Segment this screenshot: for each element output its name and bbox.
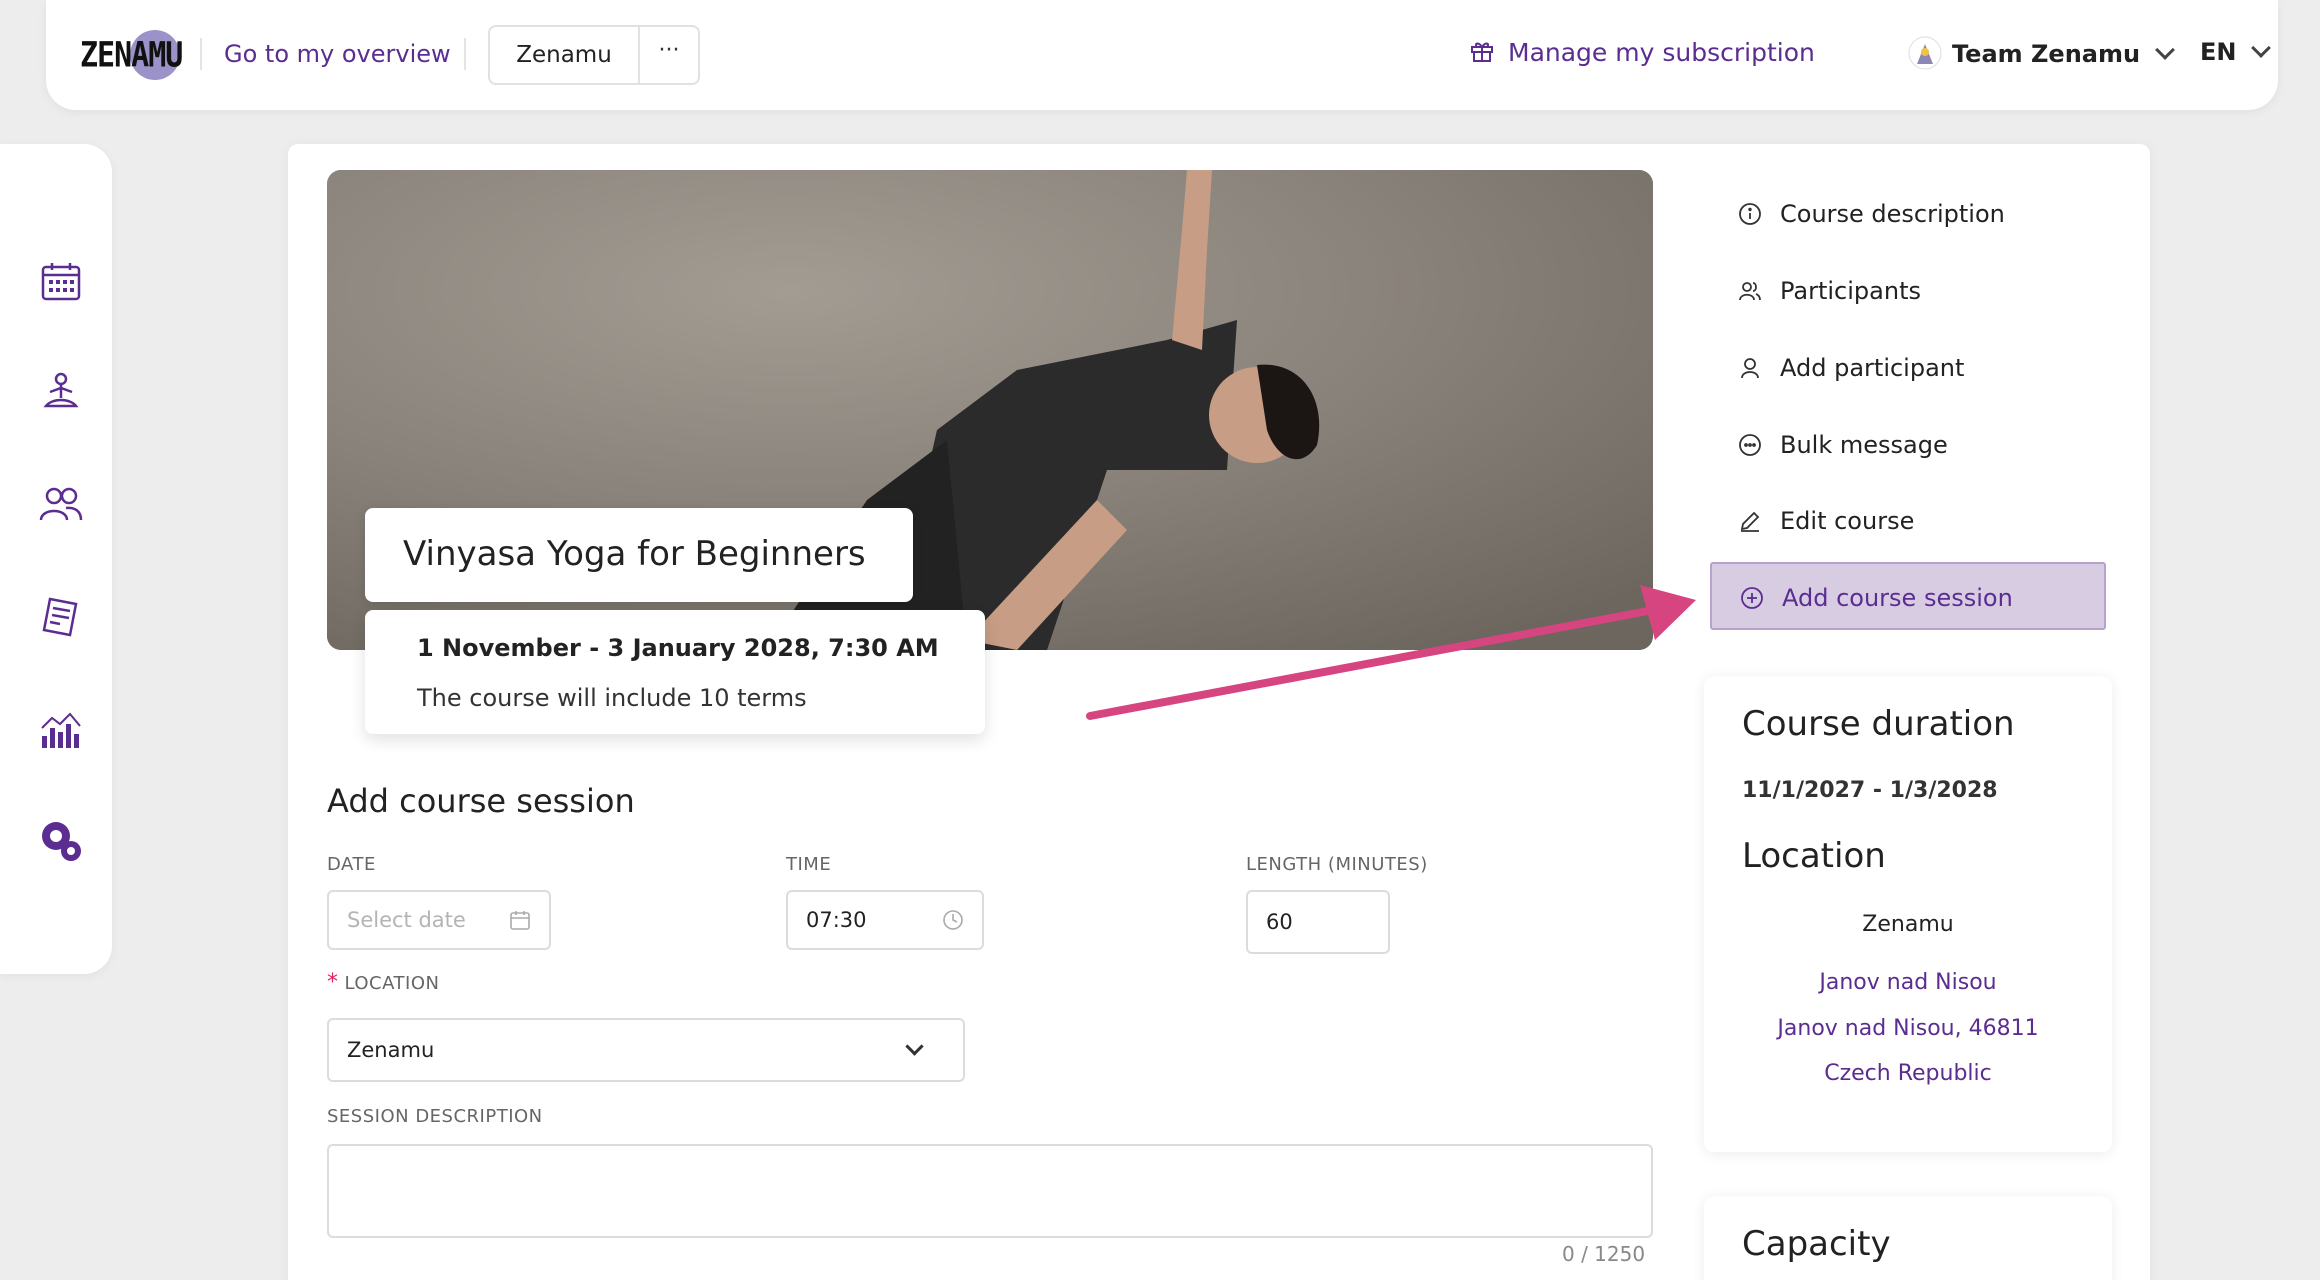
- length-input[interactable]: 60: [1246, 890, 1390, 954]
- organization-switcher[interactable]: Zenamu ···: [488, 25, 700, 85]
- course-duration-dates: 11/1/2027 - 1/3/2028: [1742, 778, 1998, 803]
- description-char-counter: 0 / 1250: [1562, 1242, 1646, 1266]
- menu-participants[interactable]: Participants: [1710, 257, 2106, 325]
- location-label-wrap: * LOCATION: [327, 970, 439, 995]
- address-line-2[interactable]: Janov nad Nisou, 46811: [1704, 1016, 2112, 1041]
- user-icon: [1741, 358, 1759, 379]
- menu-label: Bulk message: [1780, 431, 1948, 459]
- menu-label: Edit course: [1780, 507, 1915, 535]
- left-sidebar: [0, 144, 112, 974]
- form-title: Add course session: [327, 782, 635, 820]
- gift-icon: [1471, 42, 1493, 62]
- course-duration-heading: Course duration: [1742, 704, 2015, 744]
- plus-circle-icon: [1741, 587, 1763, 609]
- course-duration-card: Course duration 11/1/2027 - 1/3/2028 Loc…: [1704, 676, 2112, 1152]
- course-title: Vinyasa Yoga for Beginners: [403, 534, 866, 574]
- menu-add-course-session[interactable]: Add course session: [1710, 562, 2106, 630]
- manage-subscription-label: Manage my subscription: [1508, 38, 1815, 67]
- language-selector[interactable]: EN: [2200, 38, 2272, 66]
- meditation-icon[interactable]: [38, 370, 84, 416]
- organization-name[interactable]: Zenamu: [490, 27, 638, 83]
- chevron-down-icon: [2251, 38, 2272, 58]
- menu-label: Participants: [1780, 277, 1921, 305]
- more-options-button[interactable]: ···: [638, 27, 698, 83]
- location-value: Zenamu: [347, 1038, 435, 1062]
- time-label: TIME: [786, 854, 832, 875]
- team-name: Team Zenamu: [1952, 40, 2141, 68]
- manage-subscription-link[interactable]: Manage my subscription: [1470, 38, 1815, 67]
- calendar-icon: [510, 911, 530, 930]
- overview-link[interactable]: Go to my overview: [224, 40, 451, 68]
- chevron-down-icon: [905, 1037, 924, 1056]
- settings-icon[interactable]: [38, 818, 84, 864]
- date-picker[interactable]: Select date: [327, 890, 551, 950]
- zenamu-logo[interactable]: ZENAMU: [80, 22, 183, 86]
- menu-label: Add participant: [1780, 354, 1965, 382]
- required-mark: *: [327, 970, 339, 995]
- date-label: DATE: [327, 854, 376, 875]
- menu-edit-course[interactable]: Edit course: [1710, 487, 2106, 555]
- users-icon[interactable]: [38, 482, 84, 528]
- location-heading: Location: [1742, 836, 1886, 876]
- top-bar: ZENAMU Go to my overview Zenamu ··· Mana…: [46, 0, 2278, 110]
- course-title-card: Vinyasa Yoga for Beginners: [365, 508, 913, 602]
- course-terms: The course will include 10 terms: [417, 684, 807, 712]
- capacity-heading: Capacity: [1742, 1224, 1891, 1264]
- time-value: 07:30: [806, 908, 867, 932]
- info-icon: [1739, 203, 1761, 225]
- time-picker[interactable]: 07:30: [786, 890, 984, 950]
- stats-icon[interactable]: [38, 706, 84, 752]
- location-name: Zenamu: [1862, 912, 1954, 937]
- menu-label: Add course session: [1782, 584, 2013, 612]
- location-select[interactable]: Zenamu: [327, 1018, 965, 1082]
- calendar-icon[interactable]: [38, 258, 84, 304]
- logo-text: ZENAMU: [80, 35, 183, 76]
- language-label: EN: [2200, 38, 2237, 66]
- chevron-down-icon: [2155, 40, 2175, 60]
- date-placeholder: Select date: [347, 908, 466, 932]
- address-line-3[interactable]: Czech Republic: [1704, 1061, 2112, 1086]
- team-menu[interactable]: Team Zenamu: [1908, 36, 2175, 70]
- location-label: LOCATION: [344, 973, 440, 994]
- menu-bulk-message[interactable]: Bulk message: [1710, 411, 2106, 479]
- length-label: LENGTH (MINUTES): [1246, 854, 1428, 875]
- address-line-1[interactable]: Janov nad Nisou: [1704, 970, 2112, 995]
- menu-label: Course description: [1780, 200, 2005, 228]
- length-value: 60: [1266, 910, 1293, 934]
- clock-icon: [943, 910, 963, 930]
- message-icon: [1739, 434, 1761, 456]
- course-info-card: 1 November - 3 January 2028, 7:30 AM The…: [365, 610, 985, 734]
- course-dates: 1 November - 3 January 2028, 7:30 AM: [417, 634, 939, 662]
- receipt-icon[interactable]: [38, 594, 84, 640]
- participants-icon: [1739, 282, 1761, 301]
- session-description-textarea[interactable]: [327, 1144, 1653, 1238]
- menu-course-description[interactable]: Course description: [1710, 180, 2106, 248]
- team-avatar-icon: [1908, 36, 1942, 70]
- divider: [200, 38, 202, 70]
- description-label: SESSION DESCRIPTION: [327, 1106, 543, 1127]
- menu-add-participant[interactable]: Add participant: [1710, 334, 2106, 402]
- pencil-icon: [1740, 511, 1760, 532]
- capacity-card: Capacity: [1704, 1196, 2112, 1280]
- divider: [464, 38, 466, 70]
